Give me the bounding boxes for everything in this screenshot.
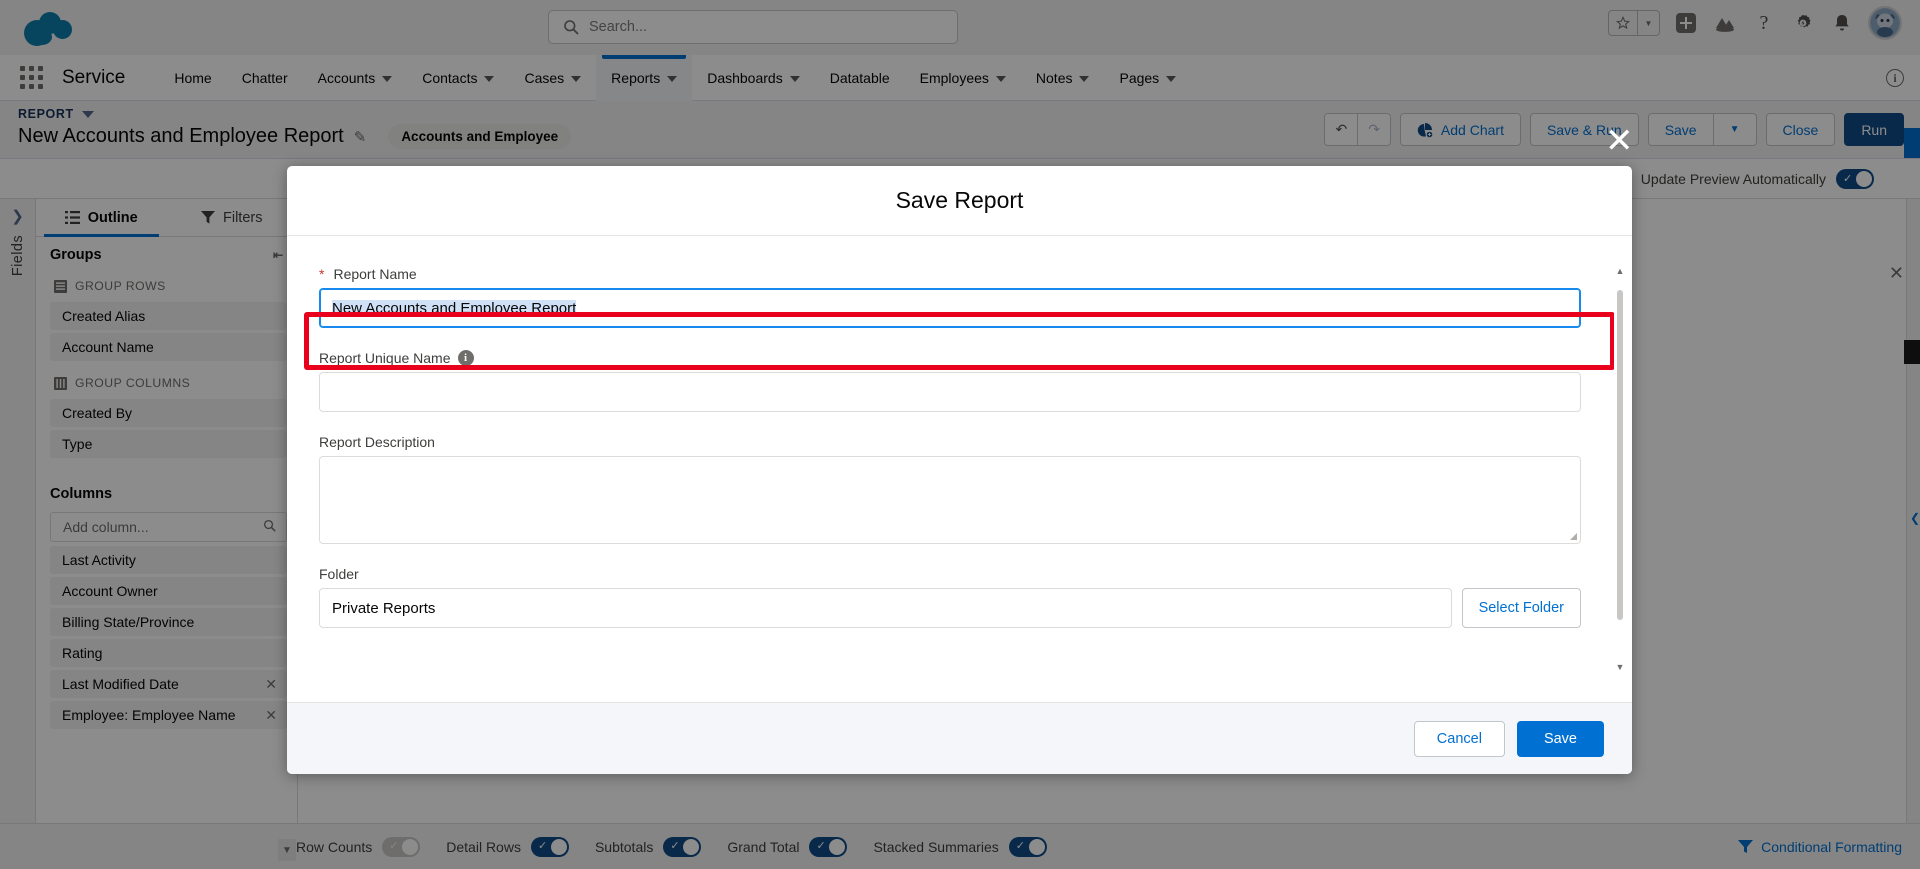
report-unique-name-field-group: Report Unique Name i <box>319 350 1581 412</box>
report-description-label-text: Report Description <box>319 434 435 450</box>
report-unique-name-label: Report Unique Name i <box>319 350 1581 366</box>
report-unique-name-input[interactable] <box>319 372 1581 412</box>
modal-close-icon[interactable]: ✕ <box>1605 124 1634 158</box>
modal-body: * Report Name New Accounts and Employee … <box>287 236 1632 702</box>
folder-value: Private Reports <box>332 599 436 617</box>
report-description-field-group: Report Description <box>319 434 1581 544</box>
required-marker: * <box>319 266 325 282</box>
modal-scrollbar[interactable]: ▲ ▼ <box>1614 266 1626 672</box>
report-name-field-group: * Report Name New Accounts and Employee … <box>319 266 1581 328</box>
folder-label-text: Folder <box>319 566 359 582</box>
info-icon[interactable]: i <box>457 350 474 366</box>
modal-header: Save Report <box>287 166 1632 236</box>
modal-scroll-up-icon[interactable]: ▲ <box>1614 264 1626 278</box>
report-name-value: New Accounts and Employee Report <box>332 299 577 317</box>
report-name-label-text: Report Name <box>333 266 417 282</box>
report-name-label: * Report Name <box>319 266 1581 282</box>
folder-row: Private Reports Select Folder <box>319 588 1581 628</box>
modal-footer: Cancel Save <box>287 702 1632 774</box>
folder-label: Folder <box>319 566 1581 582</box>
save-report-modal: Save Report * Report Name New Accounts a… <box>287 166 1632 774</box>
modal-scroll-down-icon[interactable]: ▼ <box>1614 660 1626 674</box>
folder-field-group: Folder Private Reports Select Folder <box>319 566 1581 628</box>
report-description-label: Report Description <box>319 434 1581 450</box>
report-unique-name-label-text: Report Unique Name <box>319 350 451 366</box>
folder-input[interactable]: Private Reports <box>319 588 1452 628</box>
salesforce-report-builder-page: Search... ▼ ? Service Home Chatter Accou… <box>0 0 1920 869</box>
cancel-button[interactable]: Cancel <box>1413 720 1505 757</box>
report-description-textarea[interactable] <box>319 456 1581 544</box>
report-description-value <box>320 457 1580 473</box>
report-name-input[interactable]: New Accounts and Employee Report <box>319 288 1581 328</box>
select-folder-button[interactable]: Select Folder <box>1461 588 1581 628</box>
save-button[interactable]: Save <box>1516 720 1604 757</box>
modal-title: Save Report <box>895 187 1024 213</box>
modal-scrollbar-thumb[interactable] <box>1617 290 1623 620</box>
